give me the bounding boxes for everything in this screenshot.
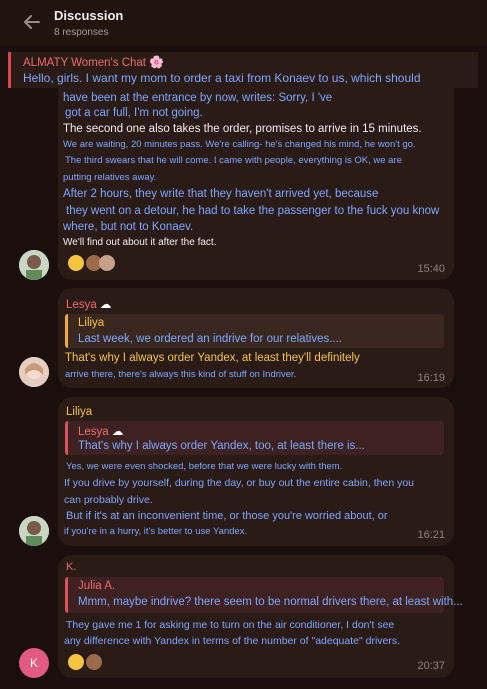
quote-name: Liliya bbox=[78, 317, 105, 329]
message-line: they went on a detour, he had to take th… bbox=[66, 205, 440, 217]
message-line: got a car full, I'm not going. bbox=[65, 107, 203, 119]
top-bar: Discussion 8 responses bbox=[0, 0, 487, 46]
neutral-face-icon bbox=[68, 255, 84, 271]
quote-text: Mmm, maybe indrive? there seem to be nor… bbox=[78, 596, 463, 608]
quote-text: Last week, we ordered an indrive for our… bbox=[78, 333, 342, 345]
grinning-face-icon bbox=[68, 654, 84, 670]
message-line: can probably drive. bbox=[64, 494, 153, 506]
message-bubble[interactable]: Lesya ☁ Liliya Last week, we ordered an … bbox=[58, 288, 454, 388]
message-line: That's why I always order Yandex, at lea… bbox=[65, 352, 360, 364]
avatar[interactable] bbox=[19, 516, 49, 546]
timestamp: 20:37 bbox=[417, 660, 445, 672]
message-line: if you're in a hurry, it's better to use… bbox=[64, 526, 248, 537]
timestamp: 16:21 bbox=[417, 529, 445, 541]
message-line: They gave me 1 for asking me to turn on … bbox=[66, 619, 395, 631]
sender-name: Liliya bbox=[66, 406, 93, 418]
reactions[interactable] bbox=[68, 255, 116, 273]
original-post-quote[interactable]: ALMATY Women's Chat 🌸 Hello, girls. I wa… bbox=[8, 52, 478, 88]
page-title: Discussion bbox=[54, 8, 124, 23]
message-line: putting relatives away. bbox=[63, 172, 157, 183]
reply-quote[interactable]: Liliya Last week, we ordered an indrive … bbox=[65, 314, 444, 348]
message-line: After 2 hours, they write that they have… bbox=[63, 188, 379, 200]
message-line: have been at the entrance by now, writes… bbox=[63, 92, 333, 104]
cherry-blossom-icon: 🌸 bbox=[149, 55, 165, 69]
sender-name: Lesya ☁ bbox=[66, 299, 112, 311]
message-line: The second one also takes the order, pro… bbox=[63, 123, 422, 135]
message-line: But if it's at an inconvenient time, or … bbox=[66, 510, 388, 522]
message-bubble[interactable]: K. Julia A. Mmm, maybe indrive? there se… bbox=[58, 555, 463, 678]
message-line: any difference with Yandex in terms of t… bbox=[64, 635, 401, 647]
message-line: We are waiting, 20 minutes pass. We're c… bbox=[63, 139, 416, 150]
response-count: 8 responses bbox=[54, 27, 109, 38]
reaction-avatar bbox=[86, 654, 102, 670]
chat-name: ALMATY Women's Chat 🌸 bbox=[23, 55, 165, 69]
avatar[interactable]: K bbox=[19, 648, 49, 678]
message-bubble[interactable]: have been at the entrance by now, writes… bbox=[58, 88, 454, 280]
cloud-icon: ☁ bbox=[111, 426, 124, 438]
message-line: The third swears that he will come. I ca… bbox=[65, 155, 402, 166]
reply-quote[interactable]: Lesya ☁ That's why I always order Yandex… bbox=[65, 421, 444, 455]
quote-name: Lesya ☁ bbox=[78, 426, 124, 438]
cloud-icon: ☁ bbox=[99, 299, 112, 311]
timestamp: 16:19 bbox=[417, 372, 445, 384]
reactions[interactable] bbox=[68, 654, 104, 672]
message-bubble[interactable]: Liliya Lesya ☁ That's why I always order… bbox=[58, 397, 454, 546]
back-arrow-icon[interactable] bbox=[22, 12, 42, 32]
timestamp: 15:40 bbox=[417, 263, 445, 275]
original-post-text: Hello, girls. I want my mom to order a t… bbox=[23, 71, 421, 85]
sender-name: K. bbox=[66, 561, 77, 573]
message-line: If you drive by yourself, during the day… bbox=[64, 477, 415, 489]
reply-quote[interactable]: Julia A. Mmm, maybe indrive? there seem … bbox=[65, 577, 463, 613]
quote-name: Julia A. bbox=[78, 580, 116, 592]
message-line: where, but not to Konaev. bbox=[63, 221, 194, 233]
quote-text: That's why I always order Yandex, too, a… bbox=[78, 440, 365, 452]
avatar-letter: K bbox=[29, 656, 38, 670]
message-line: arrive there, there's always this kind o… bbox=[65, 369, 297, 380]
message-line: Yes, we were even shocked, before that w… bbox=[66, 461, 343, 472]
avatar[interactable] bbox=[19, 357, 49, 387]
avatar[interactable] bbox=[19, 250, 49, 280]
message-line: We'll find out about it after the fact. bbox=[63, 237, 217, 248]
reaction-avatar bbox=[99, 255, 115, 271]
